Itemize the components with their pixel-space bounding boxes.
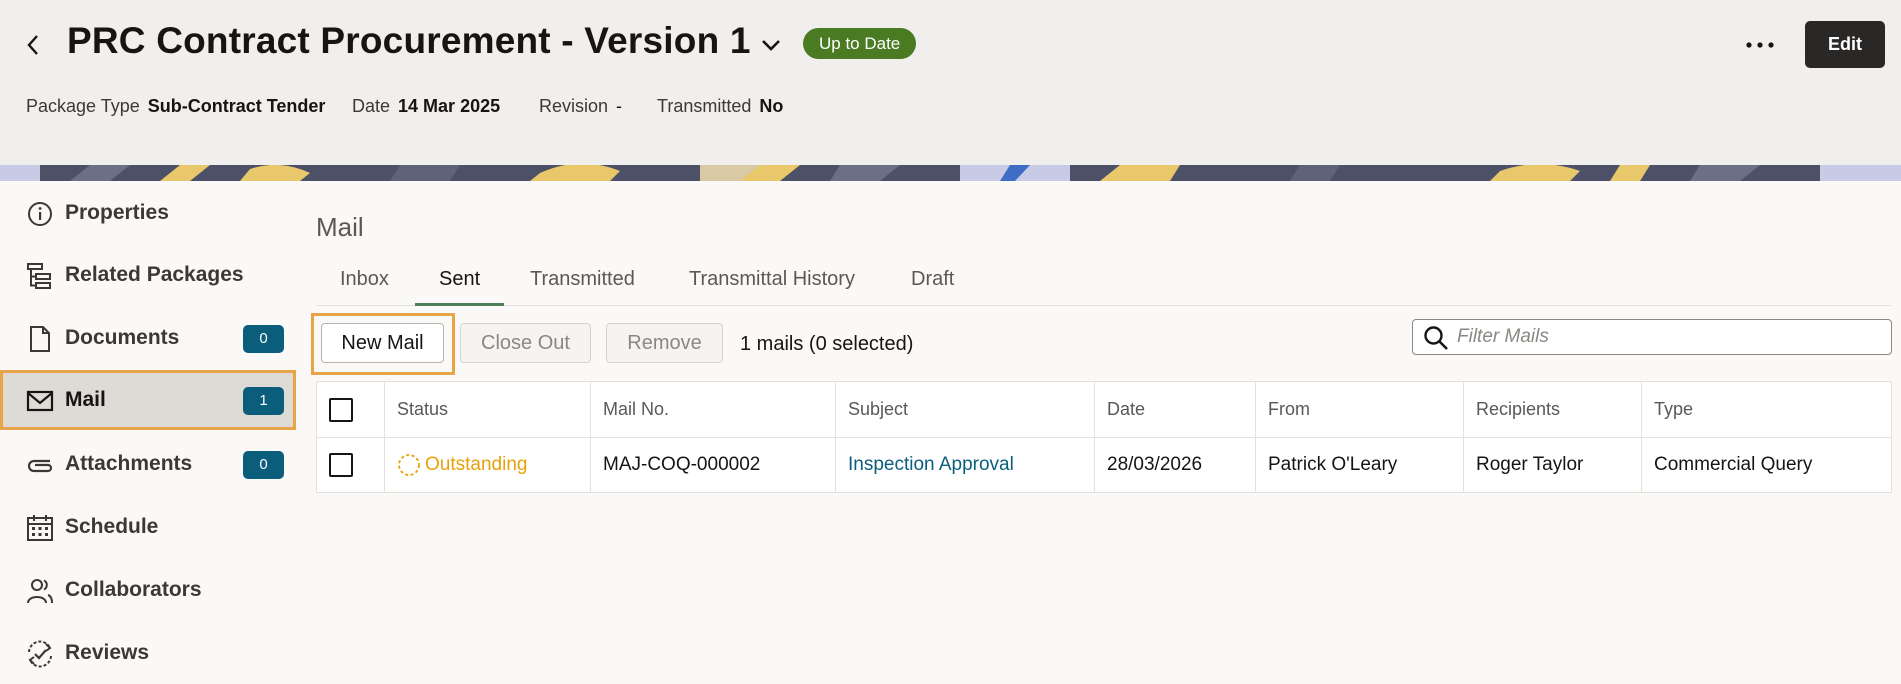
sidebar-item-related-packages[interactable]: Related Packages <box>0 245 296 305</box>
header-banner-decoration <box>0 165 1901 181</box>
select-all-header <box>316 381 385 438</box>
sidebar-item-label: Properties <box>65 201 169 224</box>
new-mail-button[interactable]: New Mail <box>321 323 444 363</box>
page-header: PRC Contract Procurement - Version 1 Up … <box>0 0 1901 165</box>
filter-mails-field[interactable] <box>1412 319 1892 355</box>
chevron-left-icon <box>27 35 38 55</box>
count-badge: 0 <box>243 451 284 479</box>
status-badge: Up to Date <box>803 28 917 59</box>
mail-table: Status Mail No. Subject Date From Recipi… <box>316 381 1892 493</box>
subject-cell: Inspection Approval <box>835 437 1095 493</box>
sidebar-item-documents[interactable]: Documents 0 <box>0 308 296 368</box>
column-header-mail-no[interactable]: Mail No. <box>590 381 836 438</box>
remove-button[interactable]: Remove <box>606 323 723 363</box>
meta-value: Sub-Contract Tender <box>147 96 326 116</box>
status-text: Outstanding <box>425 454 528 475</box>
more-horizontal-icon <box>1746 42 1774 48</box>
meta-transmitted: Transmitted No <box>657 96 783 117</box>
sidebar-item-label: Documents <box>65 326 180 349</box>
sidebar-item-label: Schedule <box>65 515 159 538</box>
sidebar-item-label: Reviews <box>65 641 150 664</box>
back-button[interactable] <box>18 28 48 62</box>
meta-value: 14 Mar 2025 <box>398 96 501 116</box>
from-cell: Patrick O'Leary <box>1255 437 1464 493</box>
more-options-button[interactable] <box>1740 30 1780 60</box>
sidebar-item-collaborators[interactable]: Collaborators <box>0 560 296 620</box>
sidebar-item-schedule[interactable]: Schedule <box>0 497 296 557</box>
selection-count: 1 mails (0 selected) <box>740 333 914 355</box>
status-value-wrapper: Outstanding <box>397 453 578 477</box>
meta-date: Date 14 Mar 2025 <box>352 96 500 117</box>
edit-button[interactable]: Edit <box>1805 21 1885 68</box>
sidebar-item-label: Mail <box>65 388 106 411</box>
tab-inbox[interactable]: Inbox <box>316 258 413 306</box>
tab-sent[interactable]: Sent <box>415 258 505 306</box>
sidebar-item-reviews[interactable]: Reviews <box>0 623 296 683</box>
column-header-recipients[interactable]: Recipients <box>1463 381 1642 438</box>
filter-mails-input[interactable] <box>1457 323 1877 351</box>
people-icon <box>26 577 54 605</box>
tab-draft[interactable]: Draft <box>887 258 978 306</box>
row-select-cell <box>316 437 385 493</box>
info-icon <box>26 200 54 228</box>
date-cell: 28/03/2026 <box>1094 437 1256 493</box>
subject-link[interactable]: Inspection Approval <box>848 454 1014 475</box>
type-cell: Commercial Query <box>1641 437 1892 493</box>
sidebar-item-properties[interactable]: Properties <box>0 183 296 243</box>
recipients-cell: Roger Taylor <box>1463 437 1642 493</box>
sidebar-item-attachments[interactable]: Attachments 0 <box>0 434 296 494</box>
section-title: Mail <box>316 212 364 242</box>
mail-icon <box>26 387 54 415</box>
select-all-checkbox[interactable] <box>329 397 353 422</box>
column-header-subject[interactable]: Subject <box>835 381 1095 438</box>
paperclip-icon <box>26 451 54 479</box>
column-header-date[interactable]: Date <box>1094 381 1256 438</box>
meta-label: Transmitted <box>657 96 752 116</box>
mail-tabs: Inbox Sent Transmitted Transmittal Histo… <box>316 258 1891 306</box>
column-header-type[interactable]: Type <box>1641 381 1892 438</box>
row-checkbox[interactable] <box>329 453 353 477</box>
sidebar-item-mail[interactable]: Mail 1 <box>0 370 296 430</box>
sidebar-item-label: Attachments <box>65 452 193 475</box>
review-icon <box>26 640 54 668</box>
outstanding-status-icon <box>398 454 420 476</box>
tab-transmitted[interactable]: Transmitted <box>506 258 659 306</box>
table-row[interactable]: Outstanding MAJ-COQ-000002 Inspection Ap… <box>316 437 1892 493</box>
meta-label: Revision <box>539 96 609 116</box>
table-header-row: Status Mail No. Subject Date From Recipi… <box>316 381 1892 438</box>
meta-package-type: Package Type Sub-Contract Tender <box>26 96 325 117</box>
count-badge: 0 <box>243 325 284 353</box>
chevron-down-icon <box>762 40 780 51</box>
mail-no-cell: MAJ-COQ-000002 <box>590 437 836 493</box>
status-cell: Outstanding <box>384 437 591 493</box>
document-icon <box>26 325 54 353</box>
column-header-status[interactable]: Status <box>384 381 591 438</box>
sidebar-item-label: Related Packages <box>65 263 244 286</box>
meta-label: Package Type <box>26 96 140 116</box>
version-dropdown-button[interactable] <box>756 32 786 58</box>
calendar-icon <box>26 514 54 542</box>
close-out-button[interactable]: Close Out <box>460 323 591 363</box>
tab-transmittal-history[interactable]: Transmittal History <box>665 258 879 306</box>
count-badge: 1 <box>243 387 284 415</box>
meta-label: Date <box>352 96 391 116</box>
meta-value: No <box>759 96 784 116</box>
page-title: PRC Contract Procurement - Version 1 <box>67 20 751 61</box>
hierarchy-icon <box>26 262 54 290</box>
meta-value: - <box>616 96 623 116</box>
search-icon <box>1424 326 1448 350</box>
sidebar-item-label: Collaborators <box>65 578 202 601</box>
column-header-from[interactable]: From <box>1255 381 1464 438</box>
meta-revision: Revision - <box>539 96 622 117</box>
